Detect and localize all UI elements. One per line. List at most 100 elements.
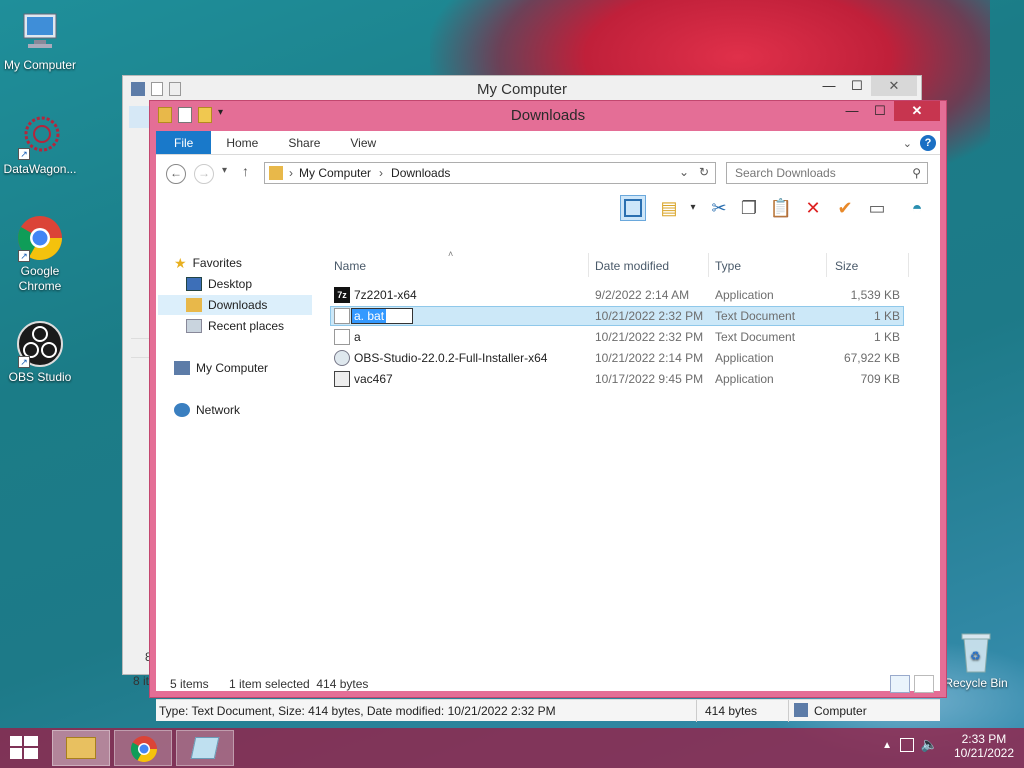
folder-options-icon[interactable]: ▤ — [656, 195, 682, 221]
breadcrumb-separator-icon: › — [289, 166, 293, 180]
nav-recent-places[interactable]: Recent places — [186, 316, 284, 336]
column-header-date[interactable]: Date modified — [595, 259, 669, 273]
column-divider[interactable] — [588, 253, 589, 277]
show-hidden-icons-icon[interactable]: ▲ — [882, 740, 892, 751]
address-bar[interactable]: › My Computer › Downloads ⌄ ↻ — [264, 162, 716, 184]
desktop-icon-label: DataWagon... — [3, 162, 77, 176]
rename-icon[interactable]: ▭ — [864, 195, 890, 221]
shell-icon[interactable]: ◓ — [904, 195, 930, 221]
window-title: Downloads — [510, 107, 586, 124]
desktop-icon-google-chrome[interactable]: ↗ Google Chrome — [0, 214, 80, 294]
delete-icon[interactable]: ✕ — [800, 195, 826, 221]
tab-share[interactable]: Share — [273, 131, 335, 154]
options-dropdown-icon[interactable]: ▾ — [680, 195, 706, 221]
downloads-window[interactable]: ▾ Downloads — ☐ ✕ File Home Share View ⌄… — [149, 100, 947, 722]
file-date: 10/21/2022 2:14 PM — [595, 351, 704, 365]
search-placeholder: Search Downloads — [735, 166, 836, 180]
back-arrow-icon[interactable]: ← — [166, 164, 186, 184]
taskbar-file-explorer[interactable] — [52, 730, 110, 766]
desktop-icon-my-computer[interactable]: My Computer — [0, 8, 80, 73]
file-type: Text Document — [715, 330, 796, 344]
breadcrumb-my-computer[interactable]: My Computer — [299, 166, 371, 180]
clock[interactable]: 2:33 PM 10/21/2022 — [954, 732, 1014, 760]
start-button[interactable] — [10, 736, 38, 760]
file-type: Application — [715, 351, 774, 365]
copy-icon[interactable]: ❐ — [736, 195, 762, 221]
nav-downloads[interactable]: Downloads — [158, 295, 312, 315]
checkmark-icon[interactable]: ✔ — [832, 195, 858, 221]
taskbar-chrome[interactable] — [114, 730, 172, 766]
desktop-icon-label: OBS Studio — [8, 370, 72, 384]
large-icons-view-icon[interactable] — [914, 675, 934, 693]
file-name: vac467 — [354, 372, 393, 386]
column-divider[interactable] — [908, 253, 909, 277]
nav-network[interactable]: Network — [174, 400, 240, 420]
file-row[interactable]: vac467 10/17/2022 9:45 PM Application 70… — [330, 369, 904, 389]
file-row[interactable]: OBS-Studio-22.0.2-Full-Installer-x64 10/… — [330, 348, 904, 368]
cut-icon[interactable]: ✂ — [706, 195, 732, 221]
search-input[interactable]: Search Downloads ⚲ — [726, 162, 928, 184]
column-header-type[interactable]: Type — [715, 259, 741, 273]
tab-file[interactable]: File — [156, 131, 212, 154]
file-size: 67,922 KB — [843, 351, 900, 365]
volume-icon[interactable]: 🔈 — [921, 736, 938, 753]
back-window-titlebar[interactable]: My Computer — ☐ ✕ — [123, 76, 921, 102]
refresh-icon[interactable]: ↻ — [699, 165, 709, 179]
rename-input[interactable]: a. bat — [351, 308, 413, 324]
expand-ribbon-chevron-icon[interactable]: ⌄ — [903, 137, 912, 150]
file-name: 7z2201-x64 — [354, 288, 417, 302]
desktop-icon-obs-studio[interactable]: ↗ OBS Studio — [0, 320, 80, 385]
nav-label: Downloads — [208, 298, 268, 312]
divider — [788, 700, 789, 722]
chrome-icon: ↗ — [16, 214, 64, 262]
item-count: 5 items — [170, 677, 209, 691]
column-header-size[interactable]: Size — [835, 259, 858, 273]
tab-home[interactable]: Home — [211, 131, 273, 154]
file-date: 10/17/2022 9:45 PM — [595, 372, 704, 386]
maximize-button[interactable]: ☐ — [843, 76, 871, 96]
address-row: ← → ▾ ↑ › My Computer › Downloads ⌄ ↻ Se… — [156, 155, 940, 191]
downloads-folder-icon — [186, 298, 202, 312]
network-status-icon[interactable] — [900, 738, 914, 752]
window-titlebar[interactable]: ▾ Downloads — ☐ ✕ — [150, 101, 946, 131]
details-bar: Type: Text Document, Size: 414 bytes, Da… — [156, 699, 940, 722]
file-date: 10/21/2022 2:32 PM — [595, 330, 704, 344]
details-size: 414 bytes — [705, 704, 758, 718]
column-header-name[interactable]: Name — [334, 259, 366, 273]
preview-pane-icon[interactable] — [620, 195, 646, 221]
minimize-button[interactable]: — — [815, 76, 843, 96]
minimize-button[interactable]: — — [838, 101, 866, 121]
column-divider[interactable] — [826, 253, 827, 277]
file-row[interactable]: a 10/21/2022 2:32 PM Text Document 1 KB — [330, 327, 904, 347]
paste-icon[interactable]: 📋 — [768, 195, 794, 221]
nav-desktop[interactable]: Desktop — [186, 274, 252, 294]
desktop-icon-recycle-bin[interactable]: ♻ Recycle Bin — [936, 630, 1016, 691]
file-row-selected[interactable]: a. bat 10/21/2022 2:32 PM Text Document … — [330, 306, 904, 326]
computer-icon — [174, 361, 190, 375]
back-window-title: My Computer — [476, 81, 568, 98]
up-arrow-icon[interactable]: ↑ — [242, 163, 249, 179]
maximize-button[interactable]: ☐ — [866, 101, 894, 121]
nav-label: My Computer — [196, 361, 269, 375]
desktop-icon-datawagon[interactable]: ↗ DataWagon... — [0, 112, 80, 177]
close-button[interactable]: ✕ — [871, 76, 917, 96]
column-divider[interactable] — [708, 253, 709, 277]
taskbar-app[interactable] — [176, 730, 234, 766]
file-type: Text Document — [715, 309, 796, 323]
nav-label: Desktop — [208, 277, 253, 291]
recent-locations-chevron-icon[interactable]: ▾ — [222, 165, 227, 176]
help-icon[interactable]: ? — [920, 135, 936, 151]
details-view-icon[interactable] — [890, 675, 910, 693]
address-dropdown-icon[interactable]: ⌄ — [679, 165, 689, 179]
forward-arrow-icon[interactable]: → — [194, 164, 214, 184]
breadcrumb-downloads[interactable]: Downloads — [391, 166, 450, 180]
search-icon[interactable]: ⚲ — [912, 163, 921, 183]
view-buttons — [890, 675, 934, 693]
nav-my-computer[interactable]: My Computer — [174, 358, 268, 378]
close-button[interactable]: ✕ — [894, 101, 940, 121]
clock-date: 10/21/2022 — [953, 746, 1014, 760]
file-row[interactable]: 7z 7z2201-x64 9/2/2022 2:14 AM Applicati… — [330, 285, 904, 305]
tab-view[interactable]: View — [335, 131, 391, 154]
back-window-status-2: 8 it — [133, 674, 150, 688]
nav-favorites[interactable]: ★ Favorites — [174, 253, 242, 273]
